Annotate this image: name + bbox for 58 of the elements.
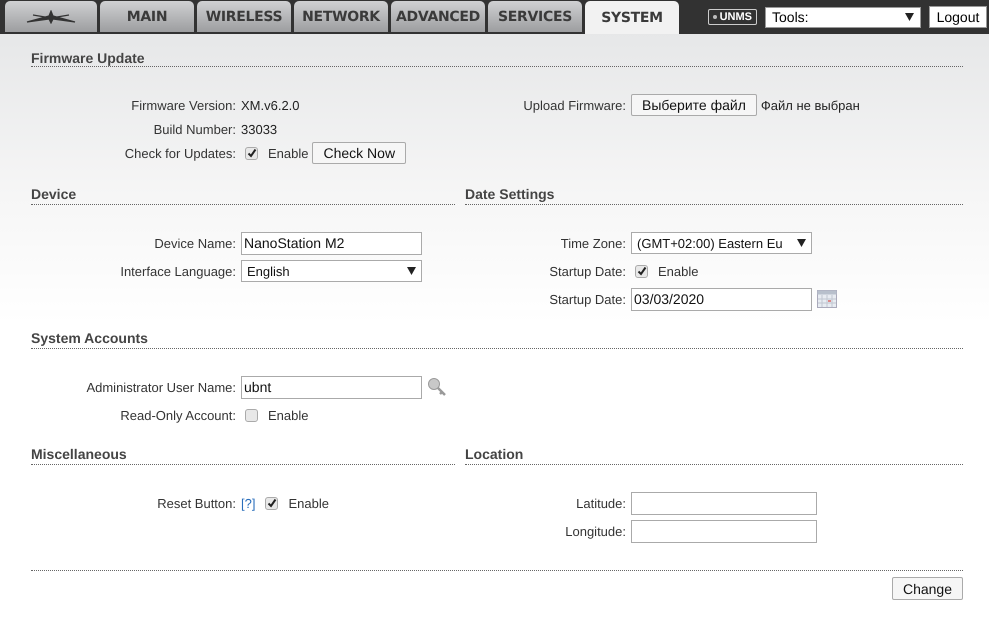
field-label: Firmware Version: (130, 98, 237, 112)
field-label: Startup Date: (548, 292, 627, 306)
nav-tab[interactable]: ADVANCED (391, 1, 485, 32)
logout-button[interactable]: Logout (929, 6, 987, 28)
checkbox-label: Enable (658, 264, 698, 278)
field-label: Startup Date: (548, 264, 627, 278)
field-label: Check for Updates: (124, 146, 237, 160)
field-label: Time Zone: (560, 236, 627, 250)
date-field[interactable]: 03/03/2020 (631, 288, 812, 310)
check-now-button[interactable]: Check Now (312, 142, 406, 164)
field-value: 33033 (241, 122, 278, 136)
section-title: Date Settings (465, 186, 963, 205)
checkbox[interactable] (265, 496, 278, 510)
field-label: Read-Only Account: (119, 408, 237, 422)
nav-tab[interactable]: SERVICES (488, 1, 582, 32)
field-label: Build Number: (152, 122, 237, 136)
caret-icon (407, 267, 416, 275)
text-field[interactable]: NanoStation M2 (241, 232, 422, 254)
field-label: Administrator User Name: (85, 380, 237, 394)
key-icon[interactable] (427, 377, 447, 397)
text-field[interactable] (631, 520, 817, 542)
caret-icon (797, 239, 806, 247)
text-field[interactable] (631, 492, 817, 514)
field-value: XM.v6.2.0 (241, 98, 300, 112)
unms-badge[interactable]: UNMS (708, 9, 757, 25)
checkbox-label: Enable (288, 496, 329, 510)
field-label: Interface Language: (119, 264, 237, 278)
section-title: Firmware Update (31, 50, 963, 67)
file-status: Файл не выбран (760, 98, 860, 112)
field-label: Device Name: (153, 236, 237, 250)
checkbox-label: Enable (268, 146, 308, 160)
section-title: Miscellaneous (31, 446, 455, 465)
field-label: Reset Button: (156, 496, 237, 510)
checkbox[interactable] (245, 146, 258, 160)
nav-tab[interactable]: SYSTEM (585, 1, 679, 34)
section-title: System Accounts (31, 330, 963, 349)
dropdown[interactable]: (GMT+02:00) Eastern Eu (631, 232, 812, 254)
nav-tab[interactable]: WIRELESS (197, 1, 291, 32)
text-field[interactable]: ubnt (241, 376, 422, 398)
nav-tab[interactable]: NETWORK (294, 1, 388, 32)
caret-icon (905, 13, 914, 21)
help-link[interactable]: [?] (241, 496, 256, 510)
change-button[interactable]: Change (892, 577, 963, 600)
logo-icon (25, 10, 77, 24)
checkbox-label: Enable (268, 408, 308, 422)
nav-tab[interactable]: MAIN (100, 1, 194, 32)
section-title: Device (31, 186, 455, 205)
section-title: Location (465, 446, 963, 465)
calendar-icon[interactable] (817, 290, 837, 308)
checkbox[interactable] (245, 408, 258, 422)
field-label: Latitude: (575, 496, 627, 510)
checkbox[interactable] (635, 264, 648, 278)
dropdown[interactable]: English (241, 260, 422, 282)
logo-tab[interactable] (5, 1, 97, 32)
field-label: Upload Firmware: (522, 98, 627, 112)
choose-file-button[interactable]: Выберите файл (631, 94, 757, 116)
field-label: Longitude: (564, 524, 627, 538)
tools-dropdown[interactable]: Tools: (765, 6, 921, 28)
